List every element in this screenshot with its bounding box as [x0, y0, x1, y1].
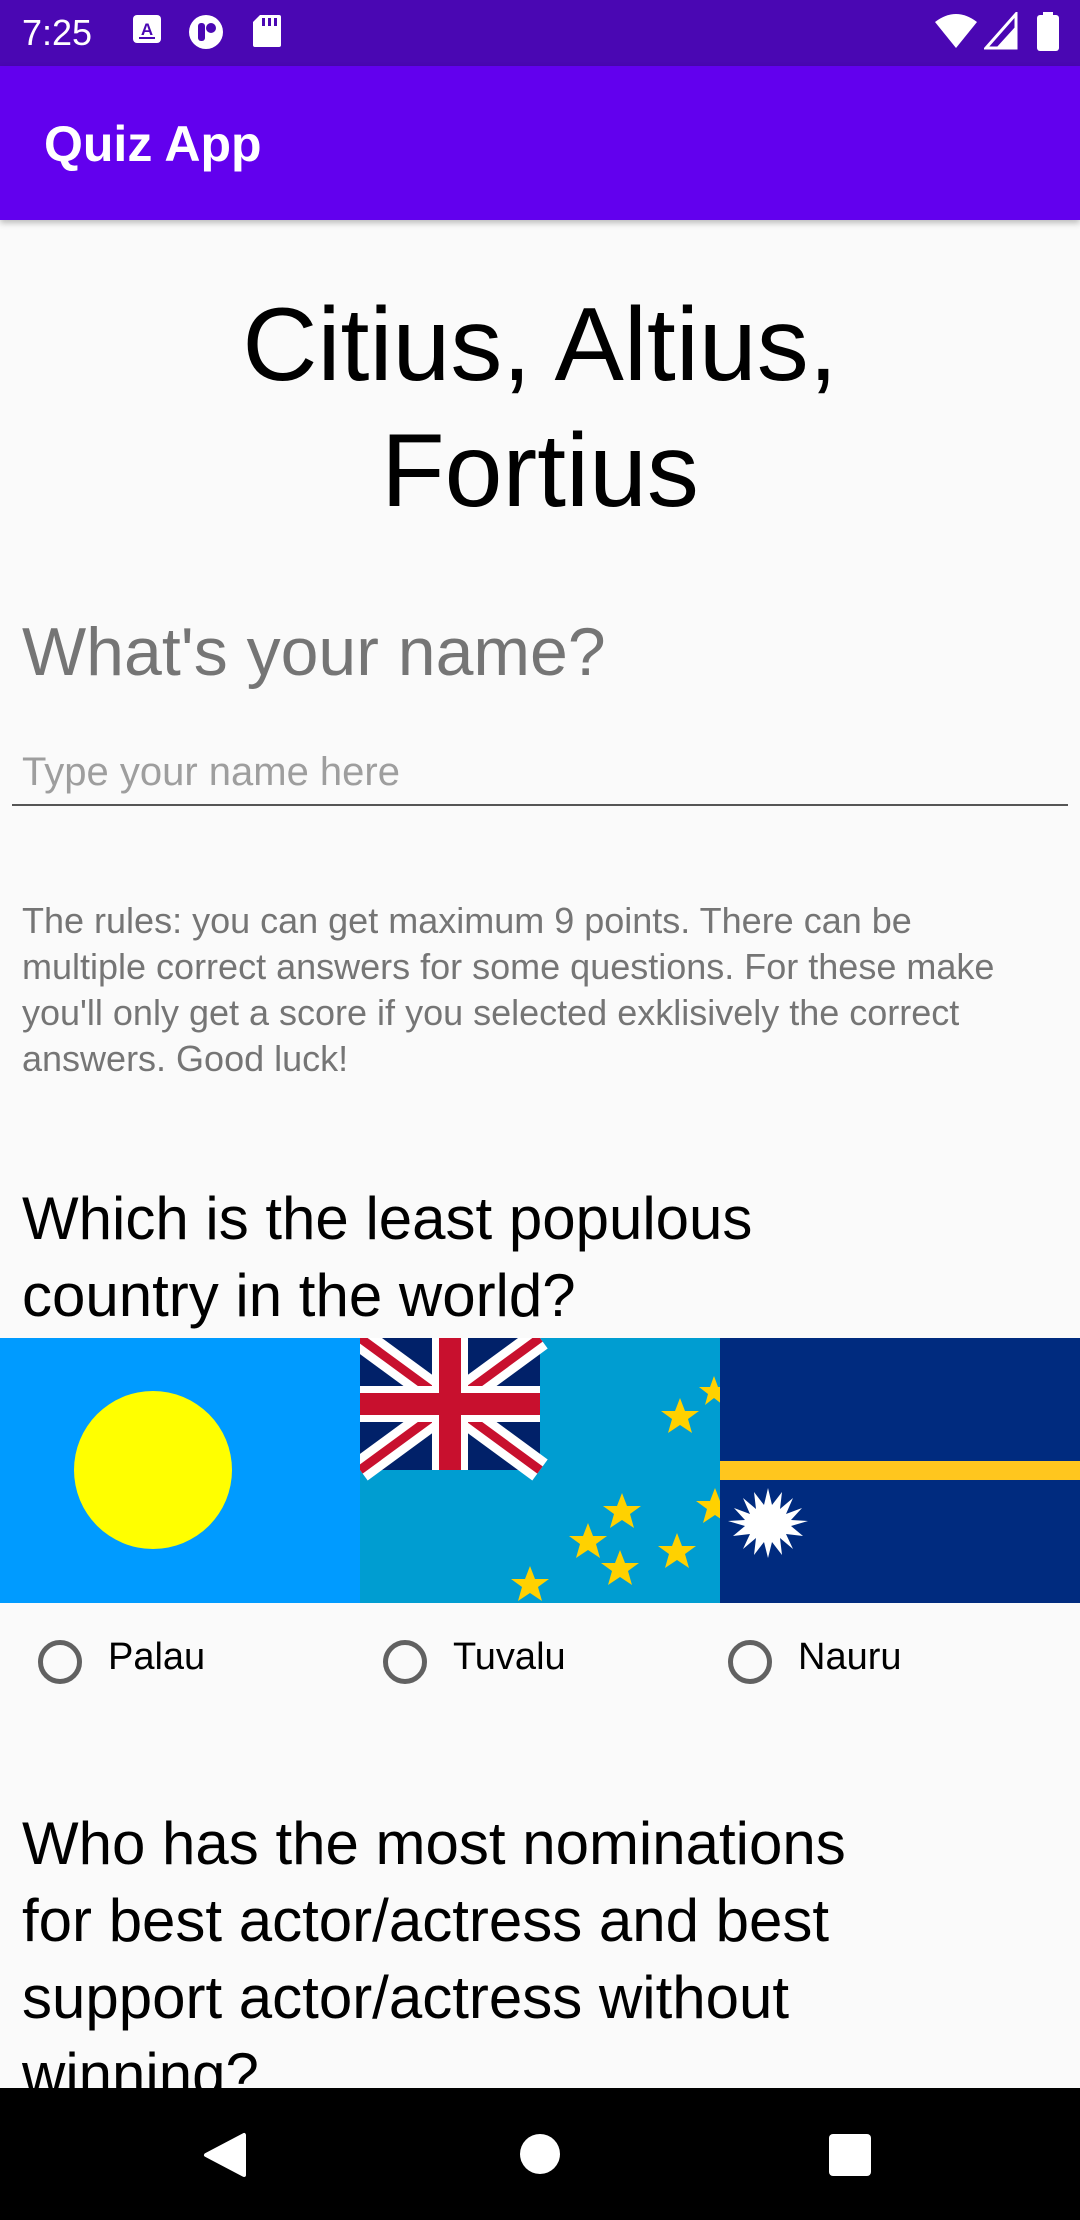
text-notification-icon: A [133, 15, 161, 43]
radio-label-tuvalu: Tuvalu [453, 1636, 566, 1678]
palau-flag [0, 1338, 360, 1603]
page-title-line: Fortius [381, 413, 699, 529]
question-1: Which is the least populous country in t… [22, 1180, 1022, 1334]
status-time: 7:25 [22, 12, 93, 53]
question-2-line: for best actor/actress and best [22, 1887, 830, 1954]
app-bar: Quiz App [0, 66, 1080, 220]
radio-label-nauru: Nauru [798, 1636, 902, 1678]
flag-row [0, 1338, 1080, 1603]
tuvalu-flag [360, 1338, 720, 1603]
wifi-icon [935, 14, 977, 48]
radio-option-palau[interactable]: Palau [38, 1620, 338, 1700]
nauru-flag [720, 1338, 1080, 1603]
question-2-line: support actor/actress without [22, 1964, 790, 2031]
back-icon[interactable] [202, 2132, 248, 2178]
cell-signal-icon [984, 12, 1018, 50]
question-2: Who has the most nominations for best ac… [22, 1805, 1022, 2088]
svg-text:A: A [141, 20, 153, 39]
status-bar: 7:25 A [0, 0, 1080, 66]
radio-option-tuvalu[interactable]: Tuvalu [383, 1620, 683, 1700]
home-icon[interactable] [519, 2133, 561, 2175]
radio-button-tuvalu[interactable] [383, 1640, 427, 1684]
sd-card-icon [253, 15, 281, 47]
question-2-line: winning? [22, 2041, 259, 2088]
question-1-line: country in the world? [22, 1262, 576, 1329]
app-title: Quiz App [44, 116, 262, 172]
name-input[interactable] [12, 740, 1068, 806]
rules-text: The rules: you can get maximum 9 points.… [22, 900, 995, 1079]
recents-icon[interactable] [828, 2133, 872, 2177]
radio-label-palau: Palau [108, 1636, 206, 1678]
question-2-line: Who has the most nominations [22, 1810, 846, 1877]
radio-button-nauru[interactable] [728, 1640, 772, 1684]
quiz-content[interactable]: Citius, Altius, Fortius What's your name… [0, 220, 1080, 2088]
app-notification-icon [189, 15, 223, 49]
question-1-line: Which is the least populous [22, 1185, 753, 1252]
navigation-bar [0, 2088, 1080, 2220]
radio-button-palau[interactable] [38, 1640, 82, 1684]
battery-icon [1037, 12, 1059, 51]
page-title: Citius, Altius, Fortius [90, 282, 990, 534]
page-title-line: Citius, Altius, [242, 287, 838, 403]
name-question: What's your name? [22, 614, 606, 690]
radio-option-nauru[interactable]: Nauru [728, 1620, 1028, 1700]
